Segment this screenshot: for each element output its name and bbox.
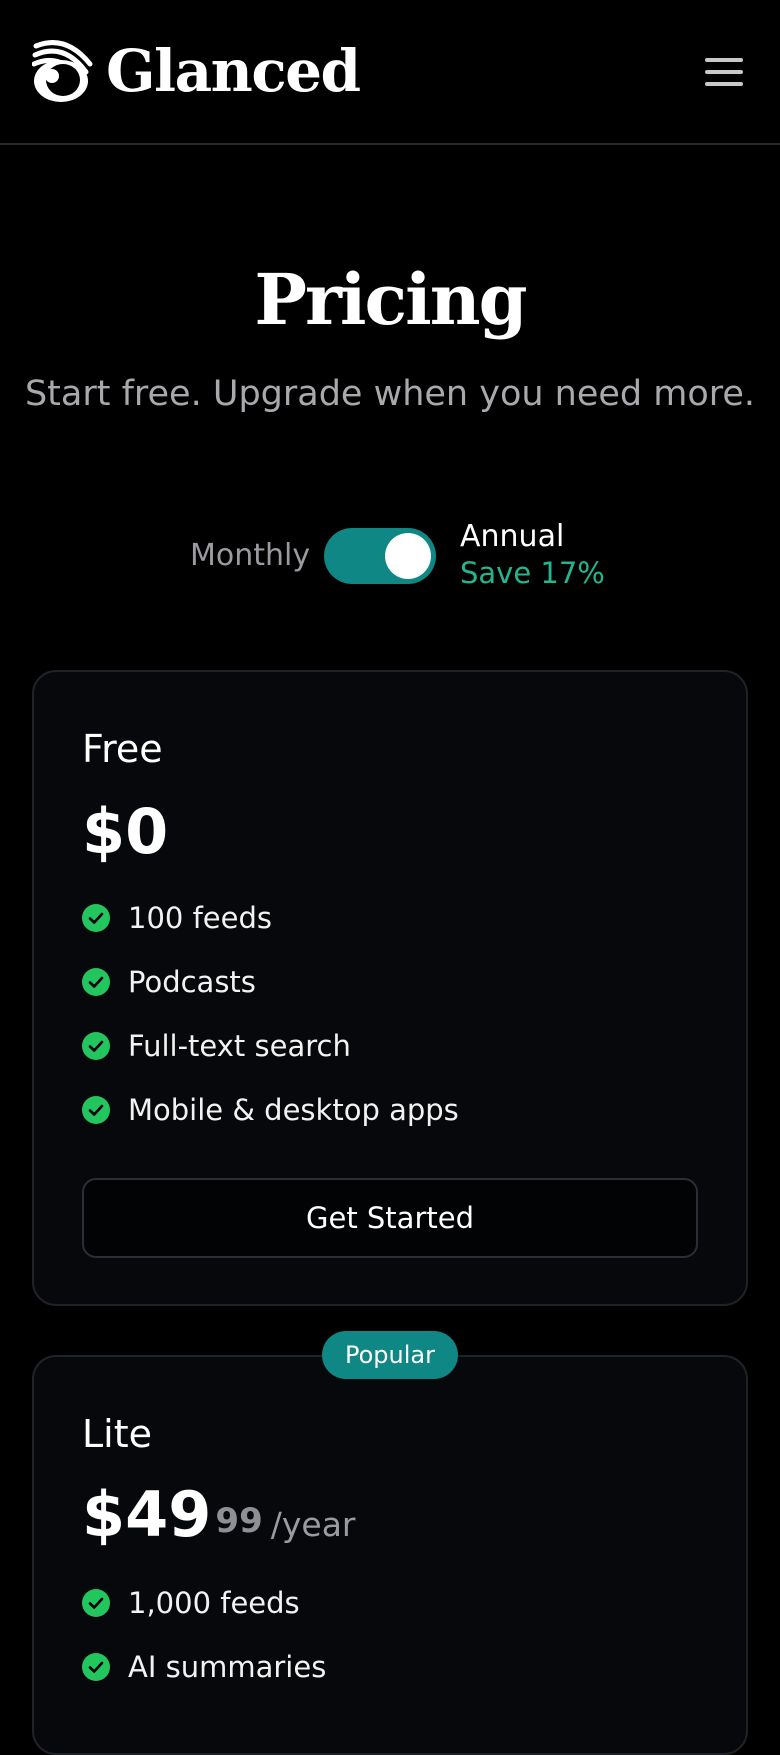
feature-item: Full-text search bbox=[82, 1028, 351, 1064]
check-circle-icon bbox=[82, 904, 110, 932]
feature-item: AI summaries bbox=[82, 1649, 326, 1685]
feature-item: Mobile & desktop apps bbox=[82, 1092, 459, 1128]
get-started-button[interactable]: Get Started bbox=[82, 1178, 698, 1258]
check-circle-icon bbox=[82, 1653, 110, 1681]
feature-label: Podcasts bbox=[128, 965, 256, 999]
check-circle-icon bbox=[82, 1032, 110, 1060]
popular-badge: Popular bbox=[322, 1331, 458, 1379]
price-period: /year bbox=[270, 1505, 356, 1544]
site-header: Glanced bbox=[0, 0, 780, 145]
feature-item: Podcasts bbox=[82, 964, 256, 1000]
annual-savings-label: Save 17% bbox=[460, 556, 605, 590]
brand-logo[interactable]: Glanced bbox=[32, 37, 361, 105]
plan-name: Lite bbox=[82, 1412, 153, 1456]
feature-label: AI summaries bbox=[128, 1650, 327, 1684]
price-cents: 99 bbox=[215, 1501, 263, 1541]
plan-price: $49 99/year bbox=[82, 1479, 356, 1561]
hamburger-menu-icon[interactable] bbox=[700, 52, 748, 92]
billing-period-toggle[interactable] bbox=[324, 528, 436, 584]
swirl-eye-icon bbox=[32, 40, 93, 102]
feature-item: 1,000 feeds bbox=[82, 1585, 300, 1621]
price-whole: $49 bbox=[82, 1478, 212, 1551]
plan-card-lite: Lite $49 99/year 1,000 feeds AI summaries bbox=[32, 1355, 748, 1755]
check-circle-icon bbox=[82, 1096, 110, 1124]
plan-card-free: Free $0 100 feeds Podcasts Full-text sea… bbox=[32, 670, 748, 1306]
check-circle-icon bbox=[82, 1589, 110, 1617]
brand-name: Glanced bbox=[106, 37, 361, 105]
feature-label: 100 feeds bbox=[128, 901, 272, 935]
plan-price: $0 bbox=[82, 795, 169, 868]
billing-monthly-label[interactable]: Monthly bbox=[190, 536, 310, 576]
page-subtitle: Start free. Upgrade when you need more. bbox=[24, 374, 756, 414]
feature-item: 100 feeds bbox=[82, 900, 272, 936]
feature-label: 1,000 feeds bbox=[128, 1586, 300, 1620]
feature-label: Full-text search bbox=[128, 1029, 351, 1063]
feature-label: Mobile & desktop apps bbox=[128, 1093, 459, 1127]
plan-name: Free bbox=[82, 727, 163, 771]
page-title: Pricing bbox=[254, 258, 527, 341]
check-circle-icon bbox=[82, 968, 110, 996]
toggle-knob bbox=[385, 533, 431, 579]
billing-annual-label[interactable]: Annual bbox=[460, 518, 564, 556]
